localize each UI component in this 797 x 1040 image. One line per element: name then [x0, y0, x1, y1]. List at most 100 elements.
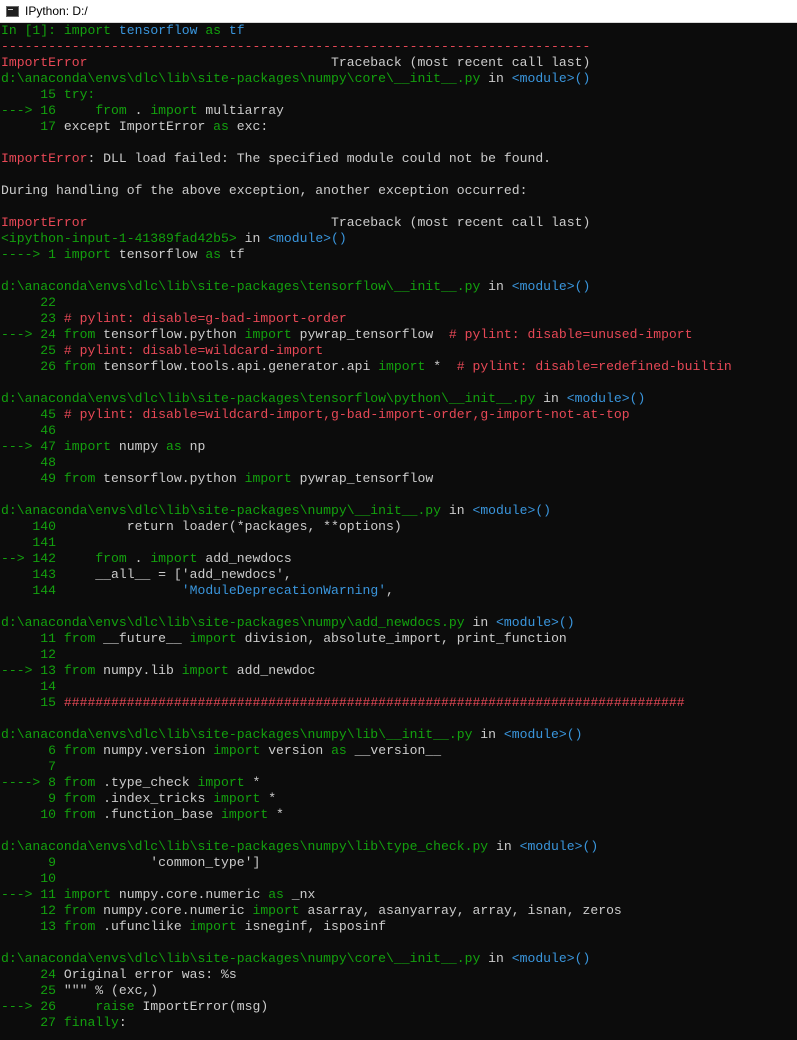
console-text: import — [63, 439, 112, 454]
console-text: ----> 8 — [1, 775, 64, 790]
console-text: numpy.core.numeric — [95, 903, 253, 918]
console-line: ---> 24 from tensorflow.python import py… — [1, 327, 797, 343]
console-text: return loader(*packages, **options) — [63, 519, 402, 534]
console-line: ImportError: DLL load failed: The specif… — [1, 151, 797, 167]
terminal-window: IPython: D:/ In [1]: import tensorflow a… — [0, 0, 797, 1040]
console-text: except ImportError — [63, 119, 214, 134]
console-line: 45 # pylint: disable=wildcard-import,g-b… — [1, 407, 797, 423]
console-line: ----> 8 from .type_check import * — [1, 775, 797, 791]
console-text: __all__ = ['add_newdocs', — [63, 567, 292, 582]
console-line: 9 from .index_tricks import * — [1, 791, 797, 807]
console-text: in — [236, 231, 269, 246]
console-text: in — [480, 951, 512, 966]
console-text: 11 — [1, 631, 64, 646]
console-text: ImportError — [1, 55, 88, 70]
console-text: in — [535, 391, 567, 406]
console-output[interactable]: In [1]: import tensorflow as tf ---------… — [0, 23, 797, 1040]
console-line: 10 from .function_base import * — [1, 807, 797, 823]
console-text: pywrap_tensorflow — [291, 471, 434, 486]
console-text: pywrap_tensorflow — [291, 327, 449, 342]
console-line: 26 from tensorflow.tools.api.generator.a… — [1, 359, 797, 375]
console-text: from — [63, 471, 96, 486]
console-text: # pylint: disable=wildcard-import,g-bad-… — [63, 407, 630, 422]
console-text: d:\anaconda\envs\dlc\lib\site-packages\n… — [1, 839, 489, 854]
console-text: tensorflow.python — [95, 471, 245, 486]
console-text: version — [260, 743, 332, 758]
console-text: in — [488, 839, 520, 854]
console-text: * — [244, 775, 261, 790]
console-text: 141 — [1, 535, 57, 550]
console-text: d:\anaconda\envs\dlc\lib\site-packages\n… — [1, 727, 473, 742]
console-line: 17 except ImportError as exc: — [1, 119, 797, 135]
console-text: asarray, asanyarray, array, isnan, zeros — [299, 903, 622, 918]
console-line: 24 Original error was: %s — [1, 967, 797, 983]
console-text: import — [181, 663, 229, 678]
console-text: numpy.version — [95, 743, 214, 758]
console-line: 9 'common_type'] — [1, 855, 797, 871]
console-text: tf — [221, 247, 245, 262]
console-line: 11 from __future__ import division, abso… — [1, 631, 797, 647]
console-text: d:\anaconda\envs\dlc\lib\site-packages\n… — [1, 503, 442, 518]
console-text: 17 — [1, 119, 64, 134]
console-line: 12 from numpy.core.numeric import asarra… — [1, 903, 797, 919]
console-text: 'ModuleDeprecationWarning' — [181, 583, 387, 598]
console-text: <module>() — [472, 503, 552, 518]
console-line: 6 from numpy.version import version as _… — [1, 743, 797, 759]
console-text: add_newdocs — [197, 551, 292, 566]
console-text: 22 — [1, 295, 57, 310]
console-text: ---> 13 — [1, 663, 64, 678]
console-text: import — [221, 807, 269, 822]
console-line: 46 — [1, 423, 797, 439]
console-text: 9 — [1, 791, 64, 806]
console-line: 12 — [1, 647, 797, 663]
console-line: 15 #####################################… — [1, 695, 797, 711]
console-text: numpy — [111, 439, 167, 454]
console-text: 48 — [1, 455, 57, 470]
console-text: Original error was: %s — [63, 967, 237, 982]
console-line: 25 # pylint: disable=wildcard-import — [1, 343, 797, 359]
console-text: <module>() — [511, 951, 591, 966]
console-text: import — [252, 903, 300, 918]
console-text: During handling of the above exception, … — [1, 183, 528, 198]
console-text: ---> 47 — [1, 439, 64, 454]
console-text: . — [126, 103, 151, 118]
console-text: as — [205, 247, 222, 262]
console-line: 25 """ % (exc,) — [1, 983, 797, 999]
console-text: import — [244, 327, 292, 342]
console-line: d:\anaconda\envs\dlc\lib\site-packages\n… — [1, 839, 797, 855]
console-line: ---> 13 from numpy.lib import add_newdoc — [1, 663, 797, 679]
console-line: 13 from .ufunclike import isneginf, ispo… — [1, 919, 797, 935]
console-text: 26 — [1, 359, 64, 374]
console-text: .index_tricks — [95, 791, 214, 806]
console-text: : — [118, 1015, 127, 1030]
console-text: division, absolute_import, print_functio… — [236, 631, 567, 646]
console-text: 27 — [1, 1015, 64, 1030]
console-text: raise — [95, 999, 135, 1014]
console-text: 15 try: — [1, 87, 96, 102]
console-line: ----> 1 import tensorflow as tf — [1, 247, 797, 263]
console-line: 22 — [1, 295, 797, 311]
console-text: 143 — [1, 567, 64, 582]
console-text: 25 — [1, 983, 64, 998]
console-text: from — [63, 775, 96, 790]
console-text: import — [213, 791, 261, 806]
console-text: 45 — [1, 407, 64, 422]
console-text: d:\anaconda\envs\dlc\lib\site-packages\t… — [1, 391, 536, 406]
console-text: Traceback (most recent call last) — [87, 215, 591, 230]
title-bar[interactable]: IPython: D:/ — [0, 0, 797, 23]
console-line: ----------------------------------------… — [1, 39, 797, 55]
console-text: 15 — [1, 695, 64, 710]
console-line: d:\anaconda\envs\dlc\lib\site-packages\n… — [1, 951, 797, 967]
console-text: d:\anaconda\envs\dlc\lib\site-packages\n… — [1, 71, 481, 86]
console-text: <module>() — [496, 615, 575, 630]
console-text: from — [63, 919, 96, 934]
console-line: --> 142 from . import add_newdocs — [1, 551, 797, 567]
console-text: ImportError — [1, 215, 88, 230]
